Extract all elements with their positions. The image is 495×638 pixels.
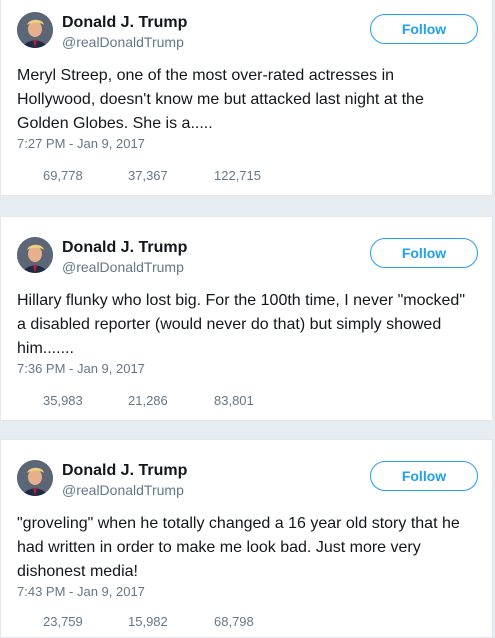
retweet-count[interactable]: 15,982 bbox=[128, 614, 168, 629]
user-handle[interactable]: @realDonaldTrump bbox=[62, 259, 184, 275]
display-name[interactable]: Donald J. Trump bbox=[62, 462, 187, 480]
display-name[interactable]: Donald J. Trump bbox=[62, 239, 187, 257]
tweet-text: Hillary flunky who lost big. For the 100… bbox=[17, 292, 465, 357]
like-count[interactable]: 122,715 bbox=[214, 168, 261, 183]
reply-count[interactable]: 69,778 bbox=[43, 168, 83, 183]
follow-button[interactable]: Follow bbox=[370, 461, 478, 491]
tweet-text: "groveling" when he totally changed a 16… bbox=[17, 515, 460, 580]
like-count[interactable]: 68,798 bbox=[214, 614, 254, 629]
reply-count[interactable]: 35,983 bbox=[43, 393, 83, 408]
follow-button[interactable]: Follow bbox=[370, 14, 478, 44]
tweet-timestamp[interactable]: 7:27 PM - Jan 9, 2017 bbox=[17, 136, 145, 151]
tweet-card: Donald J. Trump @realDonaldTrump Follow … bbox=[0, 439, 493, 638]
avatar[interactable] bbox=[17, 12, 53, 48]
user-handle[interactable]: @realDonaldTrump bbox=[62, 482, 184, 498]
tweet-feed: Donald J. Trump @realDonaldTrump Follow … bbox=[0, 0, 495, 638]
tweet-text: Meryl Streep, one of the most over-rated… bbox=[17, 67, 424, 132]
retweet-count[interactable]: 37,367 bbox=[128, 168, 168, 183]
tweet-card: Donald J. Trump @realDonaldTrump Follow … bbox=[0, 216, 493, 421]
tweet-card: Donald J. Trump @realDonaldTrump Follow … bbox=[0, 0, 493, 196]
display-name[interactable]: Donald J. Trump bbox=[62, 14, 187, 32]
follow-button[interactable]: Follow bbox=[370, 238, 478, 268]
tweet-timestamp[interactable]: 7:36 PM - Jan 9, 2017 bbox=[17, 361, 145, 376]
user-handle[interactable]: @realDonaldTrump bbox=[62, 34, 184, 50]
tweet-timestamp[interactable]: 7:43 PM - Jan 9, 2017 bbox=[17, 584, 145, 599]
like-count[interactable]: 83,801 bbox=[214, 393, 254, 408]
avatar[interactable] bbox=[17, 237, 53, 273]
retweet-count[interactable]: 21,286 bbox=[128, 393, 168, 408]
avatar[interactable] bbox=[17, 460, 53, 496]
reply-count[interactable]: 23,759 bbox=[43, 614, 83, 629]
